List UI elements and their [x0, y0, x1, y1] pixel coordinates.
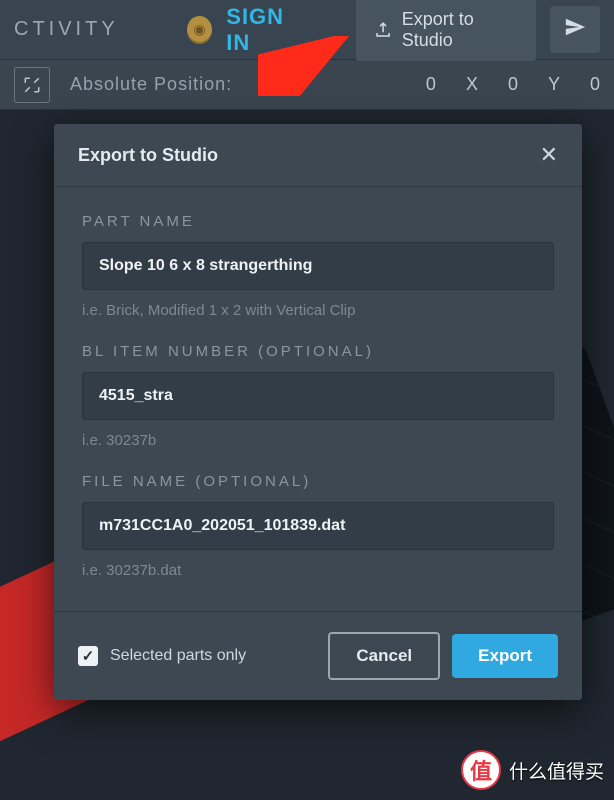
part-name-hint: i.e. Brick, Modified 1 x 2 with Vertical… [82, 302, 554, 319]
part-name-label: PART NAME [82, 213, 554, 230]
cancel-button[interactable]: Cancel [328, 632, 440, 680]
sub-toolbar: Absolute Position: 0 X 0 Y 0 [0, 60, 614, 110]
watermark-badge: 值 [461, 750, 501, 790]
coordinates: 0 X 0 Y 0 [426, 74, 600, 95]
top-toolbar: CTIVITY ◉ SIGN IN Export to Studio [0, 0, 614, 60]
dialog-footer: ✓ Selected parts only Cancel Export [54, 611, 582, 700]
export-icon [374, 20, 392, 40]
close-icon[interactable]: ✕ [540, 142, 558, 168]
bl-item-label: BL ITEM NUMBER (OPTIONAL) [82, 343, 554, 360]
expand-icon[interactable] [14, 67, 50, 103]
activity-label: CTIVITY [14, 18, 119, 41]
export-button[interactable]: Export [452, 634, 558, 678]
dialog-header: Export to Studio ✕ [54, 124, 582, 187]
export-dialog: Export to Studio ✕ PART NAME i.e. Brick,… [54, 124, 582, 700]
dialog-title: Export to Studio [78, 145, 218, 166]
file-name-input[interactable] [82, 502, 554, 550]
selected-parts-checkbox[interactable]: ✓ [78, 646, 98, 666]
bl-item-hint: i.e. 30237b [82, 432, 554, 449]
watermark-text: 什么值得买 [509, 757, 604, 784]
sign-in-link[interactable]: SIGN IN [226, 4, 307, 56]
dialog-body: PART NAME i.e. Brick, Modified 1 x 2 wit… [54, 187, 582, 611]
watermark: 值 什么值得买 [461, 750, 604, 790]
export-to-studio-button[interactable]: Export to Studio [356, 0, 536, 61]
file-name-hint: i.e. 30237b.dat [82, 562, 554, 579]
part-name-input[interactable] [82, 242, 554, 290]
absolute-position-label: Absolute Position: [70, 74, 232, 95]
paper-plane-icon [564, 16, 586, 38]
send-button[interactable] [550, 6, 600, 53]
selected-parts-label: Selected parts only [110, 647, 246, 665]
file-name-label: FILE NAME (OPTIONAL) [82, 473, 554, 490]
export-button-label: Export to Studio [402, 9, 518, 51]
coin-icon[interactable]: ◉ [187, 16, 213, 44]
bl-item-input[interactable] [82, 372, 554, 420]
